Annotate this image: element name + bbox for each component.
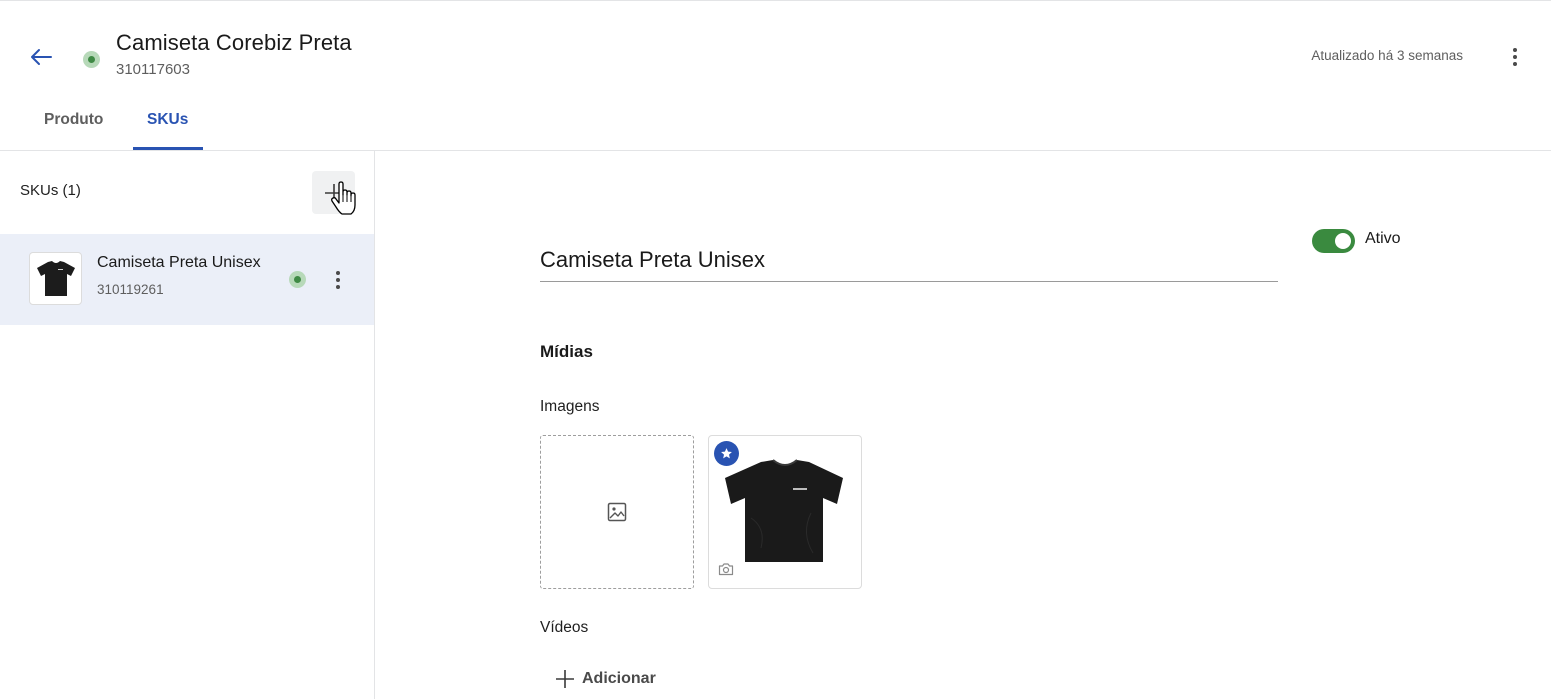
camera-icon[interactable] xyxy=(718,562,734,576)
sku-status-indicator xyxy=(289,271,306,288)
sku-thumbnail xyxy=(29,252,82,305)
media-section-title: Mídias xyxy=(540,342,593,361)
last-updated-text: Atualizado há 3 semanas xyxy=(1311,48,1463,63)
add-sku-button[interactable] xyxy=(312,171,355,214)
kebab-icon xyxy=(1513,48,1517,52)
add-video-button[interactable]: Adicionar xyxy=(555,669,656,689)
kebab-icon xyxy=(336,270,340,275)
product-id: 310117603 xyxy=(116,61,190,78)
back-button[interactable] xyxy=(26,43,56,71)
tshirt-product-image xyxy=(725,459,843,562)
main-image-badge xyxy=(714,441,739,466)
tab-produto[interactable]: Produto xyxy=(44,111,103,129)
active-toggle[interactable] xyxy=(1312,229,1355,253)
tshirt-thumbnail-image xyxy=(36,260,75,296)
arrow-left-icon xyxy=(31,49,52,65)
sku-item-code: 310119261 xyxy=(97,282,164,297)
image-placeholder-icon xyxy=(607,502,627,522)
page-more-options-button[interactable] xyxy=(1503,43,1527,71)
videos-label: Vídeos xyxy=(540,619,589,636)
sku-more-options-button[interactable] xyxy=(326,266,350,293)
active-toggle-label: Ativo xyxy=(1365,230,1401,247)
sku-name-input[interactable] xyxy=(540,239,1278,282)
toggle-knob xyxy=(1335,233,1351,249)
star-icon xyxy=(721,448,732,459)
add-video-label: Adicionar xyxy=(582,670,656,687)
sku-item-name: Camiseta Preta Unisex xyxy=(97,254,261,271)
image-upload-dropzone[interactable] xyxy=(540,435,694,589)
sku-sidebar: SKUs (1) Camiseta Preta Unisex 310119261 xyxy=(0,151,375,699)
page-title: Camiseta Corebiz Preta xyxy=(116,30,352,55)
product-status-indicator xyxy=(83,51,100,68)
sku-count-label: SKUs (1) xyxy=(20,182,81,199)
product-edit-page: Camiseta Corebiz Preta 310117603 Atualiz… xyxy=(0,0,1551,699)
plus-icon xyxy=(556,670,574,688)
sku-list-item[interactable]: Camiseta Preta Unisex 310119261 xyxy=(0,234,374,325)
sku-image-card[interactable] xyxy=(708,435,862,589)
tab-skus[interactable]: SKUs xyxy=(147,111,188,129)
images-label: Imagens xyxy=(540,398,600,415)
plus-icon xyxy=(324,183,343,202)
